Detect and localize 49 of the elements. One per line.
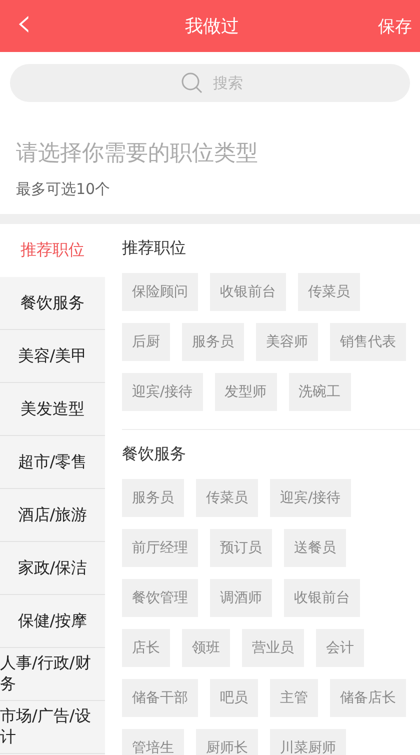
job-tag[interactable]: 送餐员 (284, 529, 346, 567)
job-tag[interactable]: 传菜员 (298, 273, 360, 311)
job-tag[interactable]: 店长 (122, 629, 170, 667)
category-item[interactable]: 保健/按摩 (0, 595, 105, 648)
prompt-title: 请选择你需要的职位类型 (16, 140, 259, 168)
job-tag[interactable]: 迎宾/接待 (270, 479, 351, 517)
job-tag[interactable]: 餐饮管理 (122, 579, 198, 617)
job-tag[interactable]: 厨师长 (196, 729, 258, 755)
job-tag[interactable]: 后厨 (122, 323, 170, 361)
category-item[interactable]: 市场/广告/设计 (0, 701, 105, 754)
job-tag[interactable]: 迎宾/接待 (122, 373, 203, 411)
job-tag[interactable]: 调酒师 (210, 579, 272, 617)
job-tag[interactable]: 储备干部 (122, 679, 198, 717)
job-tag[interactable]: 服务员 (182, 323, 244, 361)
job-tag[interactable]: 保险顾问 (122, 273, 198, 311)
job-tag[interactable]: 储备店长 (330, 679, 406, 717)
job-tag[interactable]: 吧员 (210, 679, 258, 717)
job-tag[interactable]: 领班 (182, 629, 230, 667)
category-item[interactable]: 酒店/旅游 (0, 489, 105, 542)
job-tag[interactable]: 会计 (316, 629, 364, 667)
category-item[interactable]: 推荐职位 (0, 224, 105, 277)
category-item[interactable]: 美容/美甲 (0, 330, 105, 383)
save-button[interactable]: 保存 (378, 14, 420, 38)
section-title: 餐饮服务 (122, 444, 187, 465)
job-tag[interactable]: 发型师 (214, 373, 277, 411)
section-title: 推荐职位 (122, 238, 187, 259)
category-item[interactable]: 美发造型 (0, 383, 105, 436)
category-item[interactable]: 家政/保洁 (0, 542, 105, 595)
search-field[interactable]: 搜索 (10, 64, 410, 102)
selection-limit-text: 最多可选10个 (16, 180, 112, 199)
job-tag[interactable]: 美容师 (256, 323, 318, 361)
job-tag[interactable]: 服务员 (122, 479, 184, 517)
job-tag[interactable]: 洗碗工 (288, 373, 351, 411)
category-item[interactable]: 人事/行政/财务 (0, 648, 105, 701)
job-tag[interactable]: 管培生 (122, 729, 184, 755)
job-tag[interactable]: 川菜厨师 (270, 729, 346, 755)
search-icon (181, 72, 203, 94)
job-tag[interactable]: 收银前台 (210, 273, 286, 311)
job-tag[interactable]: 销售代表 (330, 323, 406, 361)
page-title: 我做过 (185, 15, 239, 38)
job-tag[interactable]: 营业员 (242, 629, 304, 667)
job-tag[interactable]: 主管 (270, 679, 318, 717)
back-button[interactable]: ‹ (0, 3, 46, 49)
job-tag[interactable]: 预订员 (210, 529, 272, 567)
category-item[interactable]: 超市/零售 (0, 436, 105, 489)
job-tag[interactable]: 前厅经理 (122, 529, 198, 567)
category-item[interactable]: 餐饮服务 (0, 277, 105, 330)
job-tag[interactable]: 传菜员 (196, 479, 258, 517)
job-tag[interactable]: 收银前台 (284, 579, 360, 617)
